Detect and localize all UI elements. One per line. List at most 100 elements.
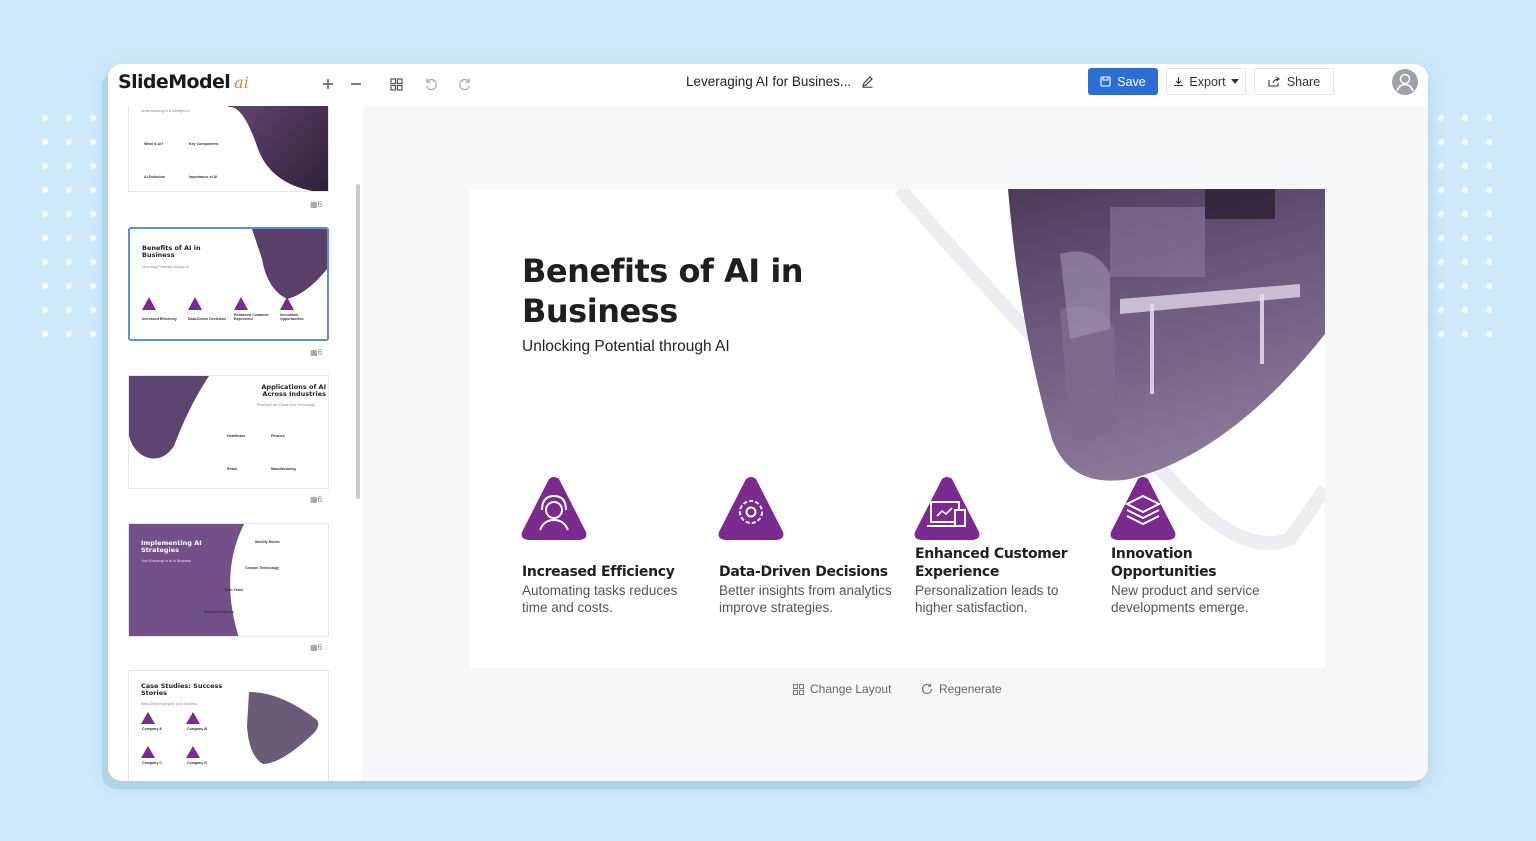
save-button[interactable]: Save bbox=[1088, 68, 1158, 95]
thumbnail-subtitle: Unlocking Potential through AI bbox=[142, 265, 189, 269]
thumbnail-title: Implementing AI Strategies bbox=[141, 539, 202, 555]
grid-view-button[interactable] bbox=[384, 72, 408, 96]
undo-icon bbox=[425, 78, 437, 91]
thumbnail-title: Understanding AI & Intelligence bbox=[141, 109, 190, 113]
document-title-text: Leveraging AI for Busines... bbox=[686, 74, 852, 89]
thumbnail-label: AI Evolution bbox=[144, 175, 165, 179]
share-label: Share bbox=[1286, 74, 1321, 89]
thumbnail-label: Train Team bbox=[224, 588, 243, 592]
thumbnail-photo bbox=[228, 106, 328, 191]
slide-thumbnail-4[interactable]: Implementing AI Strategies Your Roadmap … bbox=[128, 523, 329, 637]
slide-canvas[interactable]: Benefits of AI in Business Unlocking Pot… bbox=[470, 189, 1325, 668]
thumbnail-icons bbox=[141, 712, 200, 758]
thumbnail-title: Applications of AI Across Industries bbox=[261, 383, 326, 399]
redo-button[interactable] bbox=[453, 72, 477, 96]
export-button[interactable]: Export bbox=[1166, 68, 1246, 95]
thumbnail-label: Increased Efficiency bbox=[142, 317, 177, 321]
avatar[interactable] bbox=[1392, 69, 1418, 95]
slide-thumbnail-1[interactable]: Understanding AI & Intelligence What is … bbox=[128, 106, 329, 192]
thumbnail-photo bbox=[252, 229, 327, 299]
logo-ai-text: ai bbox=[234, 73, 249, 92]
regenerate-button[interactable]: Regenerate bbox=[921, 682, 1002, 696]
feature-description: Automating tasks reduces time and costs. bbox=[522, 583, 678, 615]
decorative-dots-right bbox=[1438, 115, 1492, 337]
thumbnail-label: Monitor Progress bbox=[204, 610, 234, 614]
pencil-icon[interactable] bbox=[861, 75, 874, 88]
thumbnail-label: What is AI? bbox=[144, 142, 164, 146]
zoom-out-button[interactable] bbox=[344, 72, 368, 96]
thumbnail-label: Data-Driven Decisions bbox=[188, 317, 227, 321]
thumbnail-element-count: ▦6 bbox=[310, 495, 323, 504]
app-window: SlideModel ai Leveraging AI for Busines.… bbox=[108, 64, 1428, 781]
thumbnail-label: Healthcare bbox=[227, 434, 246, 438]
feature-title: Enhanced Customer Experience bbox=[915, 546, 1068, 580]
change-layout-label: Change Layout bbox=[810, 682, 892, 696]
slide-subtitle[interactable]: Unlocking Potential through AI bbox=[522, 338, 730, 356]
thumbnail-element-count: ▦6 bbox=[310, 200, 323, 209]
caret-down-icon bbox=[1230, 78, 1239, 84]
slide-title[interactable]: Benefits of AI in Business bbox=[522, 251, 842, 331]
change-layout-button[interactable]: Change Layout bbox=[793, 682, 891, 696]
slide-thumbnails-sidebar[interactable]: Understanding AI & Intelligence What is … bbox=[108, 106, 362, 781]
thumbnail-icons bbox=[142, 297, 294, 310]
top-bar: SlideModel ai Leveraging AI for Busines.… bbox=[108, 64, 1428, 106]
office-photo bbox=[1008, 189, 1325, 481]
layout-grid-icon bbox=[793, 683, 804, 695]
thumbnail-label: Retail bbox=[227, 467, 237, 471]
thumbnail-element-count: ▦6 bbox=[310, 348, 323, 357]
feature-title: Data-Driven Decisions bbox=[719, 564, 888, 580]
refresh-icon bbox=[921, 683, 933, 695]
thumbnail-label: Company D bbox=[187, 761, 207, 765]
grid-icon bbox=[389, 77, 403, 91]
thumbnail-title: Case Studies: Success Stories bbox=[141, 682, 223, 698]
app-logo[interactable]: SlideModel ai bbox=[118, 71, 249, 93]
thumbnail-photo bbox=[247, 692, 319, 764]
share-button[interactable]: Share bbox=[1254, 68, 1334, 95]
thumbnail-label: Company C bbox=[142, 761, 162, 765]
redo-icon bbox=[459, 78, 471, 91]
thumbnail-label: Company A bbox=[142, 727, 162, 731]
thumbnail-label: Manufacturing bbox=[271, 467, 296, 471]
sidebar-scrollbar[interactable] bbox=[356, 184, 360, 499]
feature-enhanced-customer-experience[interactable]: Enhanced Customer Experience Personaliza… bbox=[913, 476, 1093, 626]
save-label: Save bbox=[1117, 74, 1146, 89]
thumbnail-label: Innovation Opportunities bbox=[280, 313, 304, 321]
user-icon bbox=[1396, 73, 1414, 92]
thumbnail-label: Enhanced Customer Experience bbox=[234, 313, 269, 321]
slide-thumbnail-5[interactable]: Case Studies: Success Stories Real-World… bbox=[128, 670, 329, 781]
undo-button[interactable] bbox=[419, 72, 443, 96]
feature-title: Increased Efficiency bbox=[522, 564, 675, 580]
feature-description: Better insights from analytics improve s… bbox=[719, 583, 892, 615]
thumbnail-label: Importance of AI bbox=[189, 175, 218, 179]
thumbnail-element-count: ▦6 bbox=[310, 643, 323, 652]
feature-increased-efficiency[interactable]: Increased Efficiency Automating tasks re… bbox=[520, 476, 700, 626]
minus-icon bbox=[351, 83, 361, 85]
regenerate-label: Regenerate bbox=[939, 682, 1002, 696]
save-icon bbox=[1100, 76, 1111, 87]
zoom-in-button[interactable] bbox=[316, 72, 340, 96]
slide-thumbnail-3[interactable]: Applications of AI Across Industries Pra… bbox=[128, 375, 329, 489]
decorative-dots-left bbox=[42, 115, 96, 337]
thumbnail-label: Company B bbox=[187, 727, 207, 731]
feature-innovation-opportunities[interactable]: Innovation Opportunities New product and… bbox=[1109, 476, 1289, 626]
thumbnail-label: Key Components bbox=[189, 142, 219, 146]
thumbnail-label: Identify Needs bbox=[255, 540, 280, 544]
thumbnail-subtitle: Real-World Examples of AI Success bbox=[141, 702, 197, 706]
slide-thumbnail-2[interactable]: Benefits of AI in Business Unlocking Pot… bbox=[128, 227, 329, 341]
thumbnail-photo bbox=[129, 376, 209, 459]
download-icon bbox=[1174, 77, 1184, 87]
document-title[interactable]: Leveraging AI for Busines... bbox=[686, 74, 874, 89]
user-headset-icon bbox=[521, 477, 587, 540]
share-icon bbox=[1268, 76, 1280, 87]
gear-icon bbox=[718, 477, 784, 540]
plus-icon bbox=[323, 79, 333, 89]
layers-icon bbox=[1110, 477, 1176, 540]
logo-text: SlideModel bbox=[118, 71, 231, 93]
feature-data-driven-decisions[interactable]: Data-Driven Decisions Better insights fr… bbox=[717, 476, 897, 626]
thumbnail-subtitle: Your Roadmap to AI in Business bbox=[141, 559, 192, 563]
feature-description: New product and service developments eme… bbox=[1111, 583, 1260, 615]
thumbnail-label: Finance bbox=[271, 434, 285, 438]
feature-title: Innovation Opportunities bbox=[1111, 546, 1217, 580]
devices-icon bbox=[914, 477, 980, 540]
export-label: Export bbox=[1189, 74, 1226, 89]
